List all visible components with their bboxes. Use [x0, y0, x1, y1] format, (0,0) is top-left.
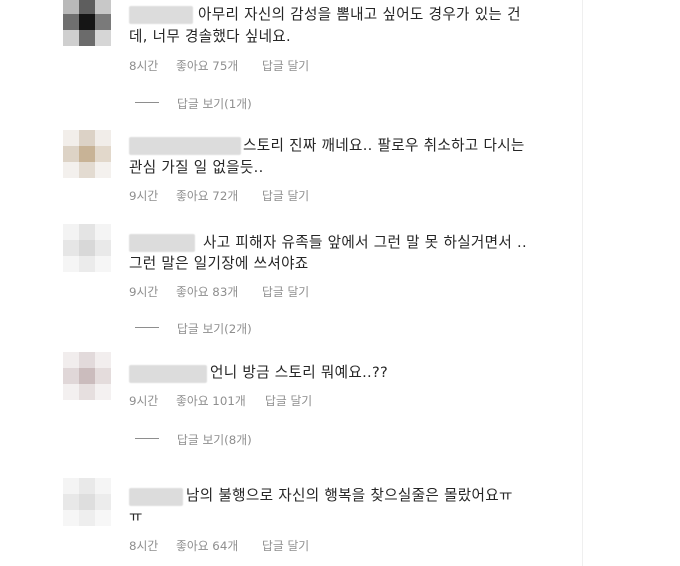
reply-dash	[135, 327, 159, 328]
like-count[interactable]: 좋아요 64개	[176, 537, 238, 554]
comment-text: 관심 가질 일 없을듯..	[129, 159, 264, 176]
comment-text: 아무리 자신의 감성을 뽐내고 싶어도 경우가 있는 건	[198, 6, 521, 23]
view-replies-label: 답글 보기(1개)	[177, 97, 252, 111]
avatar[interactable]	[63, 130, 111, 178]
comment-text: ㅠ	[129, 508, 143, 525]
comment-time: 8시간	[129, 539, 159, 553]
comment-time: 9시간	[129, 394, 159, 408]
reply-dash	[135, 438, 159, 439]
avatar[interactable]	[63, 224, 111, 272]
reply-button[interactable]: 답글 달기	[262, 187, 309, 204]
avatar[interactable]	[63, 0, 111, 46]
comment-text: 언니 방금 스토리 뭐예요..??	[210, 364, 389, 381]
view-replies-label: 답글 보기(8개)	[177, 433, 252, 447]
username-redacted[interactable]	[129, 234, 195, 252]
username-redacted[interactable]	[129, 488, 183, 506]
reply-button[interactable]: 답글 달기	[262, 537, 309, 554]
comments-panel: 아무리 자신의 감성을 뽐내고 싶어도 경우가 있는 건 데, 너무 경솔했다 …	[0, 0, 680, 566]
avatar[interactable]	[63, 352, 111, 400]
reply-button[interactable]: 답글 달기	[262, 283, 309, 300]
username-redacted[interactable]	[129, 137, 241, 155]
comment-text: 스토리 진짜 깨네요.. 팔로우 취소하고 다시는	[243, 137, 525, 154]
like-count[interactable]: 좋아요 101개	[176, 392, 246, 409]
like-count[interactable]: 좋아요 72개	[176, 187, 238, 204]
reply-dash	[135, 102, 159, 103]
comment-text: 데, 너무 경솔했다 싶네요.	[129, 28, 291, 45]
view-replies-label: 답글 보기(2개)	[177, 322, 252, 336]
reply-button[interactable]: 답글 달기	[265, 392, 312, 409]
avatar[interactable]	[63, 478, 111, 526]
comment-text: 사고 피해자 유족들 앞에서 그런 말 못 하실거면서 ..	[203, 234, 527, 251]
comment-time: 8시간	[129, 59, 159, 73]
comment-time: 9시간	[129, 189, 159, 203]
reply-button[interactable]: 답글 달기	[262, 57, 309, 74]
comment-text: 남의 불행으로 자신의 행복을 찾으실줄은 몰랐어요ㅠ	[186, 487, 513, 504]
panel-divider	[582, 0, 583, 566]
username-redacted[interactable]	[129, 365, 207, 383]
like-count[interactable]: 좋아요 75개	[176, 57, 238, 74]
like-count[interactable]: 좋아요 83개	[176, 283, 238, 300]
comment-time: 9시간	[129, 285, 159, 299]
comment-text: 그런 말은 일기장에 쓰셔야죠	[129, 255, 309, 272]
username-redacted[interactable]	[129, 6, 193, 24]
